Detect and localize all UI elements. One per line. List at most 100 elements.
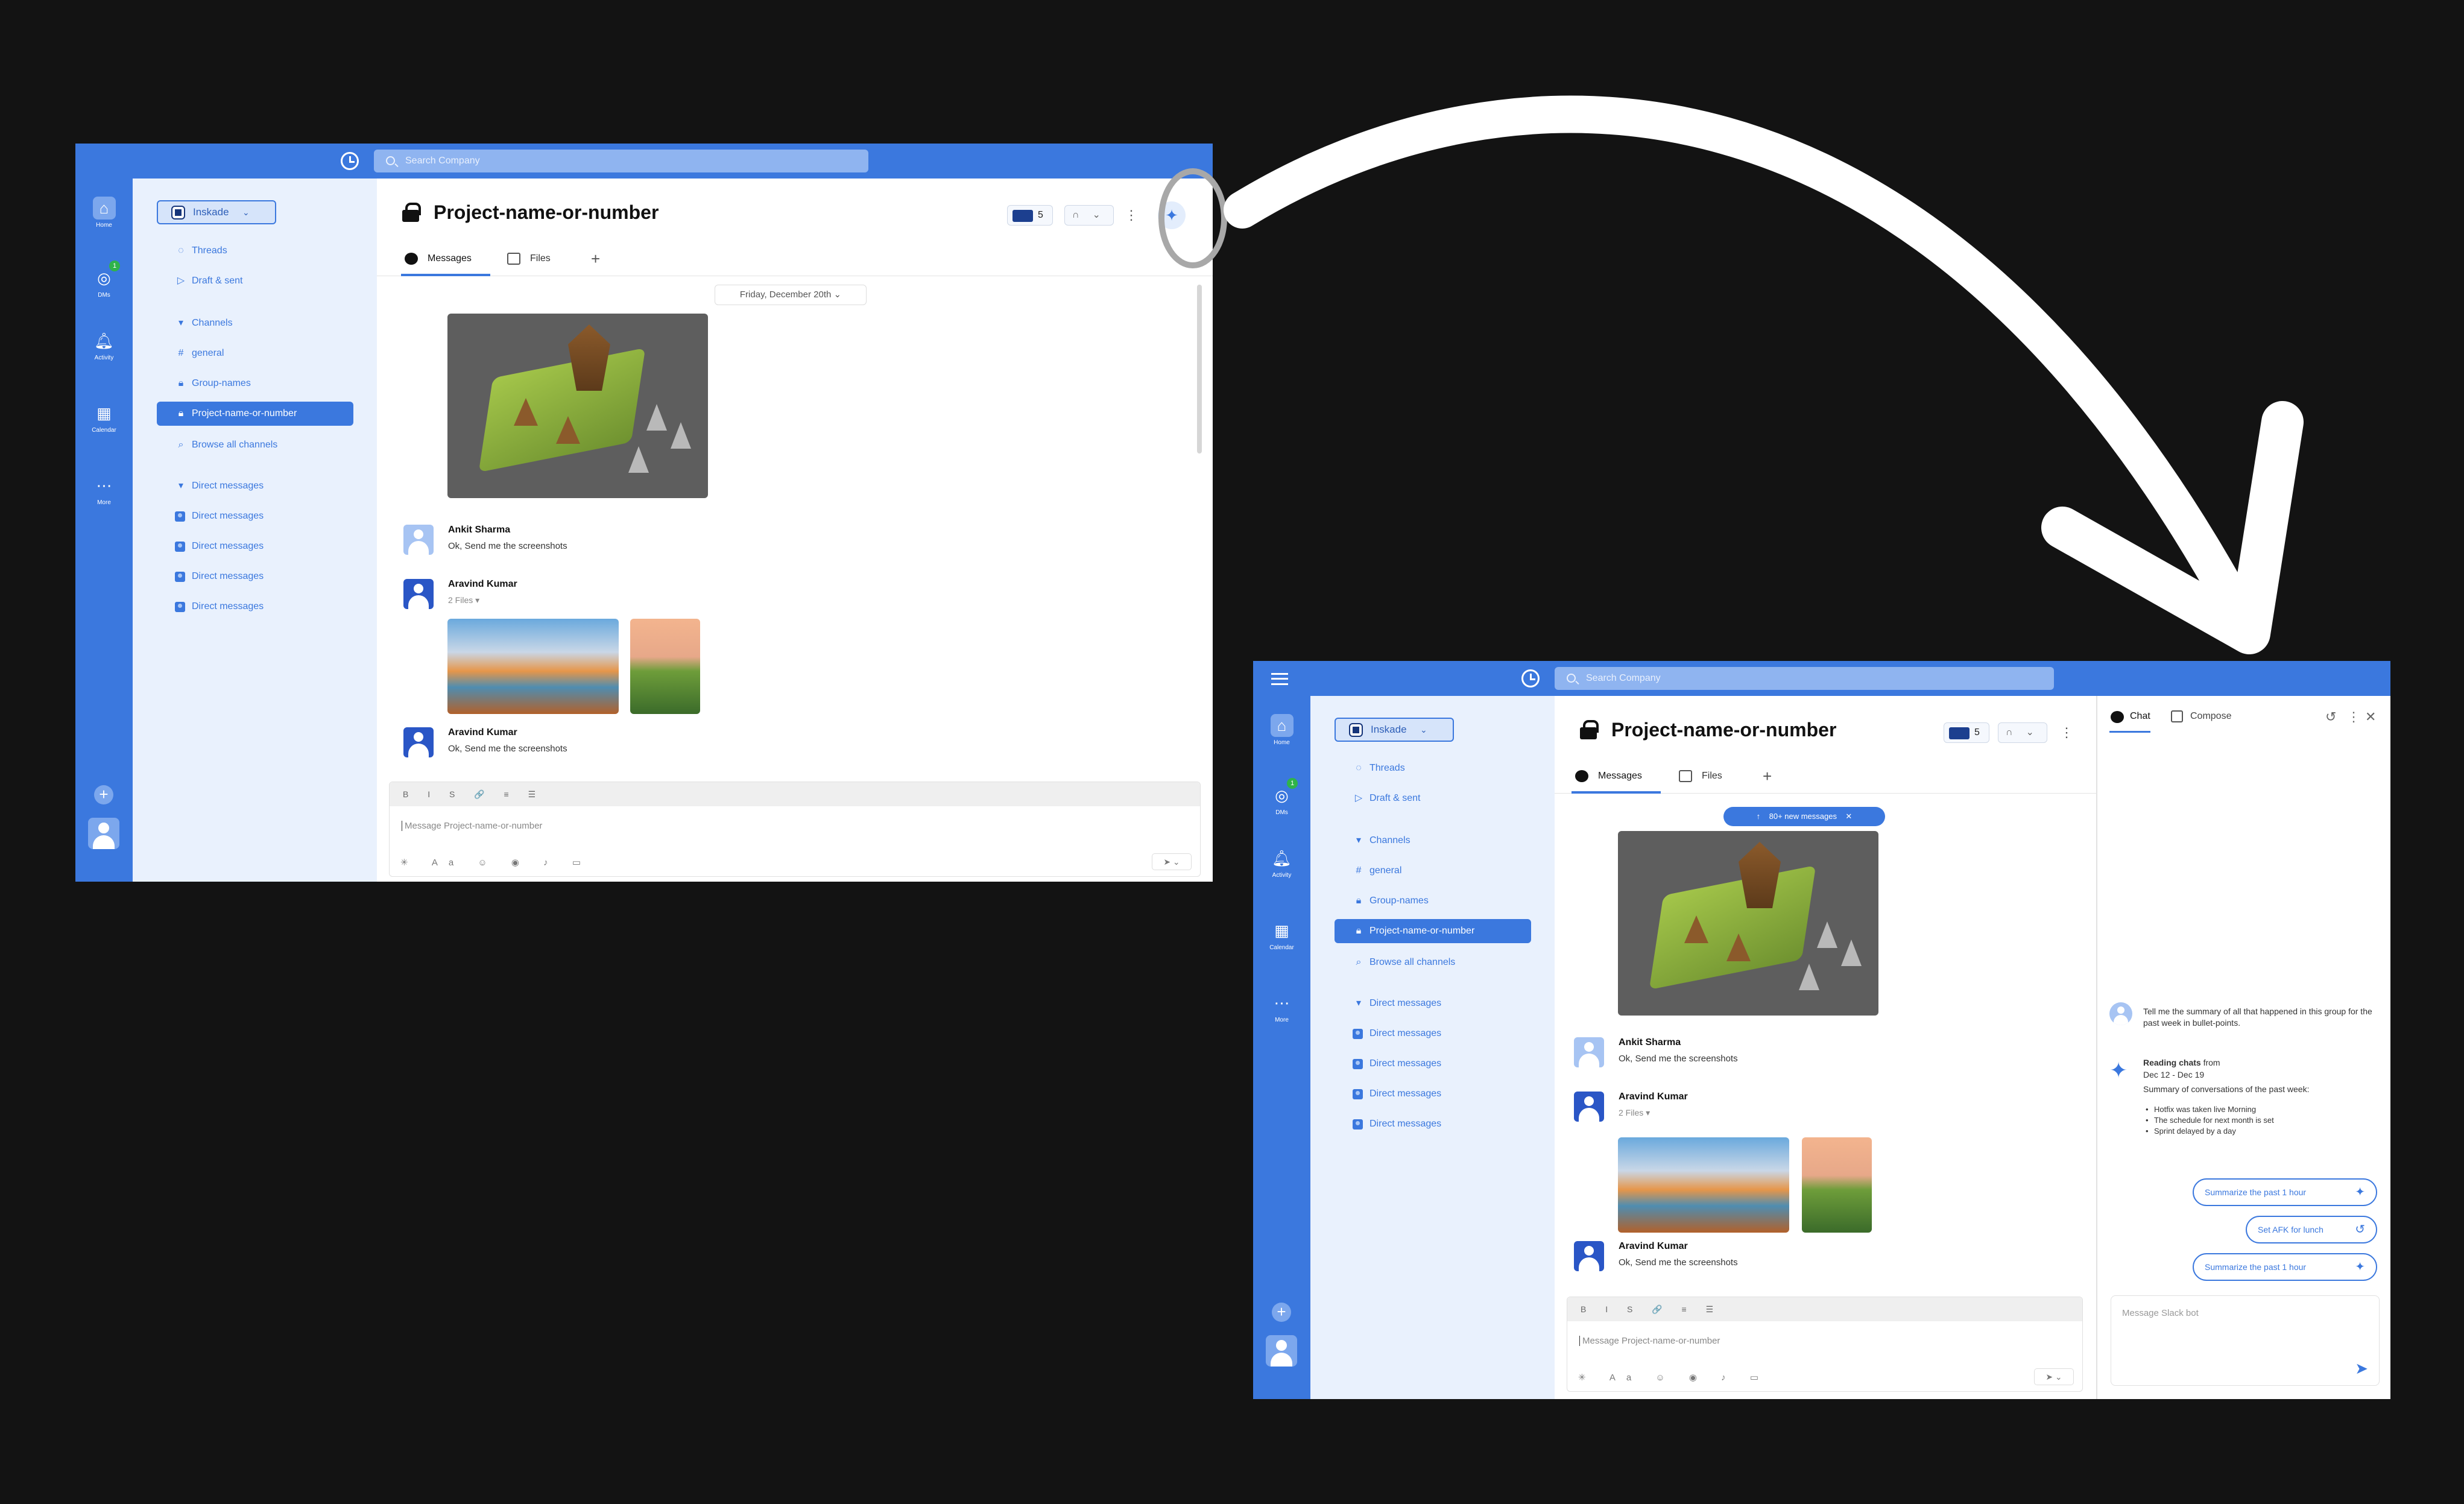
send-icon[interactable]: ➤: [2355, 1359, 2368, 1378]
more-options-icon[interactable]: ⋮: [2060, 722, 2073, 743]
shared-image-landscape[interactable]: [1618, 1137, 1789, 1233]
suggestion-chip[interactable]: Set AFK for lunch ↺: [2246, 1216, 2377, 1243]
tab-messages[interactable]: Messages: [1572, 767, 1661, 794]
workspace-switcher[interactable]: Inskade ⌄: [1335, 718, 1454, 742]
user-avatar[interactable]: [403, 727, 434, 757]
rail-calendar[interactable]: ▦ Calendar: [1253, 919, 1310, 951]
shared-image-game-scene[interactable]: [447, 314, 708, 498]
history-clock-icon[interactable]: [1521, 669, 1540, 687]
formatting-toolbar[interactable]: B I S 🔗 ≡ ☰: [390, 782, 1200, 806]
channels-header[interactable]: ▾ Channels: [1335, 829, 1531, 853]
rail-more[interactable]: ⋯ More: [75, 474, 133, 506]
date-divider[interactable]: Friday, December 20th ⌄: [715, 285, 867, 305]
huddle-button[interactable]: ∩ ⌄: [1998, 722, 2047, 743]
sidebar-dm[interactable]: Direct messages: [157, 595, 353, 619]
user-avatar[interactable]: [403, 525, 434, 555]
sidebar-dm[interactable]: Direct messages: [1335, 1082, 1531, 1106]
history-icon[interactable]: ↺: [2325, 709, 2336, 725]
add-tab-button[interactable]: +: [591, 250, 600, 268]
rail-home[interactable]: ⌂ Home: [1253, 714, 1310, 746]
sidebar-item-drafts[interactable]: ▷ Draft & sent: [1335, 786, 1531, 810]
sidebar-dm[interactable]: Direct messages: [157, 534, 353, 558]
shared-image-tree[interactable]: [1802, 1137, 1872, 1233]
files-toggle[interactable]: 2 Files ▾: [448, 595, 479, 605]
workspace-switcher[interactable]: Inskade ⌄: [157, 200, 276, 224]
shared-image-landscape[interactable]: [447, 619, 619, 714]
sidebar-dm[interactable]: Direct messages: [1335, 1052, 1531, 1076]
search-input[interactable]: Search Company: [1555, 667, 2054, 690]
tab-messages[interactable]: Messages: [401, 250, 490, 276]
add-workspace-button[interactable]: +: [1272, 1303, 1291, 1322]
members-button[interactable]: 5: [1007, 205, 1053, 226]
sidebar-item-general[interactable]: # general: [157, 341, 353, 365]
composer-tools[interactable]: ✳ Aa ☺ ◉ ♪ ▭: [400, 857, 592, 868]
sidebar-item-general[interactable]: # general: [1335, 859, 1531, 883]
sidebar-dm[interactable]: Direct messages: [157, 564, 353, 589]
sidebar-item-group-names[interactable]: 🔒︎ Group-names: [1335, 889, 1531, 913]
sidebar-item-browse[interactable]: ⌕ Browse all channels: [1335, 950, 1531, 975]
shared-image-tree[interactable]: [630, 619, 700, 714]
sidebar-item-threads[interactable]: ◌ Threads: [157, 239, 353, 263]
message-author[interactable]: Ankit Sharma: [448, 525, 510, 536]
more-options-icon[interactable]: ⋮: [2347, 709, 2360, 725]
rail-dms[interactable]: 1 ◎ DMs: [75, 261, 133, 299]
send-button[interactable]: ➤ ⌄: [2034, 1368, 2074, 1385]
tab-files[interactable]: Files: [1675, 767, 1722, 794]
rail-activity[interactable]: 🔔︎ Activity: [1253, 847, 1310, 879]
rail-more[interactable]: ⋯ More: [1253, 991, 1310, 1023]
tab-chat[interactable]: Chat: [2109, 708, 2150, 733]
composer-tools[interactable]: ✳ Aa ☺ ◉ ♪ ▭: [1578, 1372, 1769, 1383]
add-workspace-button[interactable]: +: [94, 785, 113, 804]
message-author[interactable]: Aravind Kumar: [1619, 1241, 1688, 1252]
rail-activity[interactable]: 🔔︎ Activity: [75, 329, 133, 361]
user-avatar[interactable]: [403, 579, 434, 609]
profile-avatar[interactable]: [88, 818, 119, 849]
user-avatar[interactable]: [1574, 1241, 1604, 1271]
message-input[interactable]: Message Project-name-or-number: [1579, 1336, 1720, 1346]
rail-dms[interactable]: 1 ◎ DMs: [1253, 778, 1310, 816]
files-toggle[interactable]: 2 Files ▾: [1619, 1108, 1650, 1118]
formatting-toolbar[interactable]: B I S 🔗 ≡ ☰: [1567, 1297, 2082, 1321]
dm-header[interactable]: ▾ Direct messages: [1335, 991, 1531, 1016]
new-messages-pill[interactable]: ↑ 80+ new messages ✕: [1723, 807, 1885, 826]
ai-sparkle-button[interactable]: ✦: [1158, 201, 1186, 229]
sidebar-dm[interactable]: Direct messages: [157, 504, 353, 528]
message-author[interactable]: Aravind Kumar: [448, 727, 517, 738]
rail-home[interactable]: ⌂ Home: [75, 197, 133, 229]
tab-compose[interactable]: Compose: [2170, 708, 2231, 725]
sidebar-item-threads[interactable]: ◌ Threads: [1335, 756, 1531, 780]
user-avatar[interactable]: [1574, 1092, 1604, 1122]
tab-files[interactable]: Files: [504, 250, 551, 276]
shared-image-game-scene[interactable]: [1618, 831, 1878, 1016]
sidebar-item-browse[interactable]: ⌕ Browse all channels: [157, 433, 353, 457]
sidebar-item-group-names[interactable]: 🔒︎ Group-names: [157, 371, 353, 396]
search-input[interactable]: Search Company: [374, 150, 868, 172]
channels-header[interactable]: ▾ Channels: [157, 311, 353, 335]
message-author[interactable]: Aravind Kumar: [1619, 1092, 1688, 1102]
suggestion-chip[interactable]: Summarize the past 1 hour ✦: [2193, 1253, 2377, 1281]
sidebar-dm[interactable]: Direct messages: [1335, 1022, 1531, 1046]
suggestion-chip[interactable]: Summarize the past 1 hour ✦: [2193, 1178, 2377, 1206]
sidebar-item-drafts[interactable]: ▷ Draft & sent: [157, 269, 353, 293]
rail-calendar[interactable]: ▦ Calendar: [75, 402, 133, 434]
profile-avatar[interactable]: [1266, 1335, 1297, 1367]
user-avatar[interactable]: [1574, 1037, 1604, 1067]
close-icon[interactable]: ✕: [1837, 812, 1852, 821]
scrollbar[interactable]: [1197, 285, 1202, 453]
add-tab-button[interactable]: +: [1763, 767, 1772, 785]
sidebar-dm[interactable]: Direct messages: [1335, 1112, 1531, 1136]
more-options-icon[interactable]: ⋮: [1125, 205, 1138, 226]
sidebar-item-project[interactable]: 🔒︎ Project-name-or-number: [1335, 919, 1531, 943]
history-clock-icon[interactable]: [341, 152, 359, 170]
message-input[interactable]: Message Project-name-or-number: [402, 821, 542, 831]
menu-icon[interactable]: [1271, 673, 1288, 685]
dm-header[interactable]: ▾ Direct messages: [157, 474, 353, 498]
send-button[interactable]: ➤ ⌄: [1152, 853, 1192, 870]
message-author[interactable]: Ankit Sharma: [1619, 1037, 1681, 1048]
huddle-button[interactable]: ∩ ⌄: [1064, 205, 1114, 226]
sidebar-item-project[interactable]: 🔒︎ Project-name-or-number: [157, 402, 353, 426]
bot-message-input[interactable]: Message Slack bot ➤: [2111, 1295, 2380, 1386]
message-author[interactable]: Aravind Kumar: [448, 579, 517, 590]
close-icon[interactable]: ✕: [2365, 709, 2376, 725]
members-button[interactable]: 5: [1944, 722, 1989, 743]
